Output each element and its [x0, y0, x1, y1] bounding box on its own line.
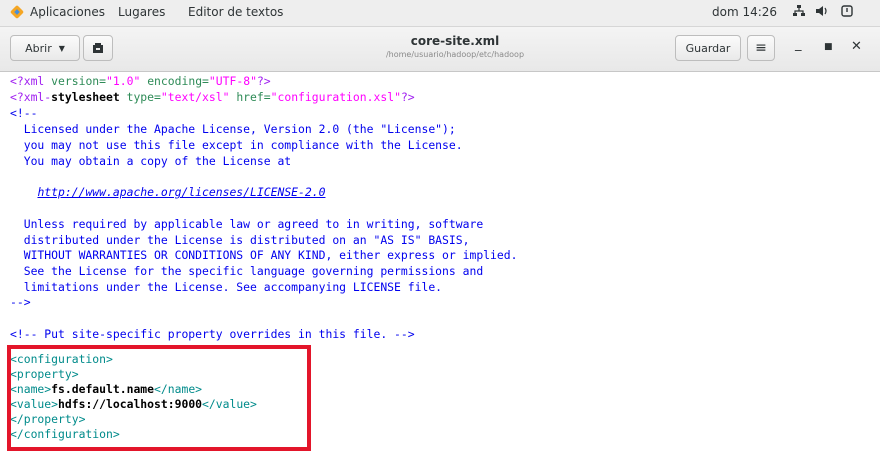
applications-menu[interactable]: Aplicaciones: [10, 5, 105, 19]
document-filename: core-site.xml: [410, 34, 500, 48]
new-document-button[interactable]: [83, 35, 113, 61]
license-url-line: http://www.apache.org/licenses/LICENSE-2…: [10, 185, 325, 201]
top-bar: Aplicaciones Lugares Editor de textos do…: [0, 0, 880, 27]
license-line: See the License for the specific languag…: [10, 264, 484, 278]
site-comment-line: <!-- Put site-specific property override…: [10, 327, 415, 341]
open-button-label: Abrir: [25, 41, 52, 55]
text-editor-area[interactable]: <?xml version="1.0" encoding="UTF-8"?> <…: [0, 72, 880, 454]
license-line: WITHOUT WARRANTIES OR CONDITIONS OF ANY …: [10, 248, 518, 262]
license-url-link[interactable]: http://www.apache.org/licenses/LICENSE-2…: [37, 185, 325, 199]
license-line: You may obtain a copy of the License at: [10, 154, 292, 168]
places-menu[interactable]: Lugares: [118, 5, 165, 19]
hamburger-menu-button[interactable]: ≡: [747, 35, 775, 61]
document-path: /home/usuario/hadoop/etc/hadoop: [385, 50, 525, 59]
document-title: core-site.xml /home/usuario/hadoop/etc/h…: [330, 34, 580, 59]
app-menu[interactable]: Editor de textos: [188, 5, 283, 19]
license-line: you may not use this file except in comp…: [10, 138, 463, 152]
comment-open-line: <!--: [10, 106, 38, 120]
minimize-icon[interactable]: _: [795, 37, 802, 52]
clock[interactable]: dom 14:26: [712, 5, 777, 19]
license-line: limitations under the License. See accom…: [10, 280, 443, 294]
applications-label: Aplicaciones: [30, 5, 105, 19]
editor-headerbar: Abrir ▼ core-site.xml /home/usuario/hado…: [0, 27, 880, 72]
stylesheet-line: <?xml-stylesheet type="text/xsl" href="c…: [10, 90, 415, 104]
open-button[interactable]: Abrir ▼: [10, 35, 80, 61]
maximize-icon[interactable]: ■: [824, 42, 833, 52]
volume-icon[interactable]: [815, 4, 829, 21]
save-button[interactable]: Guardar: [675, 35, 741, 61]
license-line: distributed under the License is distrib…: [10, 233, 470, 247]
xml-declaration-line: <?xml version="1.0" encoding="UTF-8"?>: [10, 74, 271, 88]
network-icon[interactable]: [792, 4, 806, 18]
license-line: Licensed under the Apache License, Versi…: [10, 122, 456, 136]
comment-close-line: -->: [10, 295, 31, 309]
highlight-box: [7, 345, 311, 451]
license-line: Unless required by applicable law or agr…: [10, 217, 484, 231]
hamburger-icon: ≡: [755, 40, 767, 56]
close-icon[interactable]: ✕: [851, 39, 862, 54]
power-icon[interactable]: [840, 4, 854, 21]
new-document-icon: [93, 43, 103, 53]
chevron-down-icon: ▼: [58, 43, 65, 53]
applications-icon: [10, 5, 24, 19]
